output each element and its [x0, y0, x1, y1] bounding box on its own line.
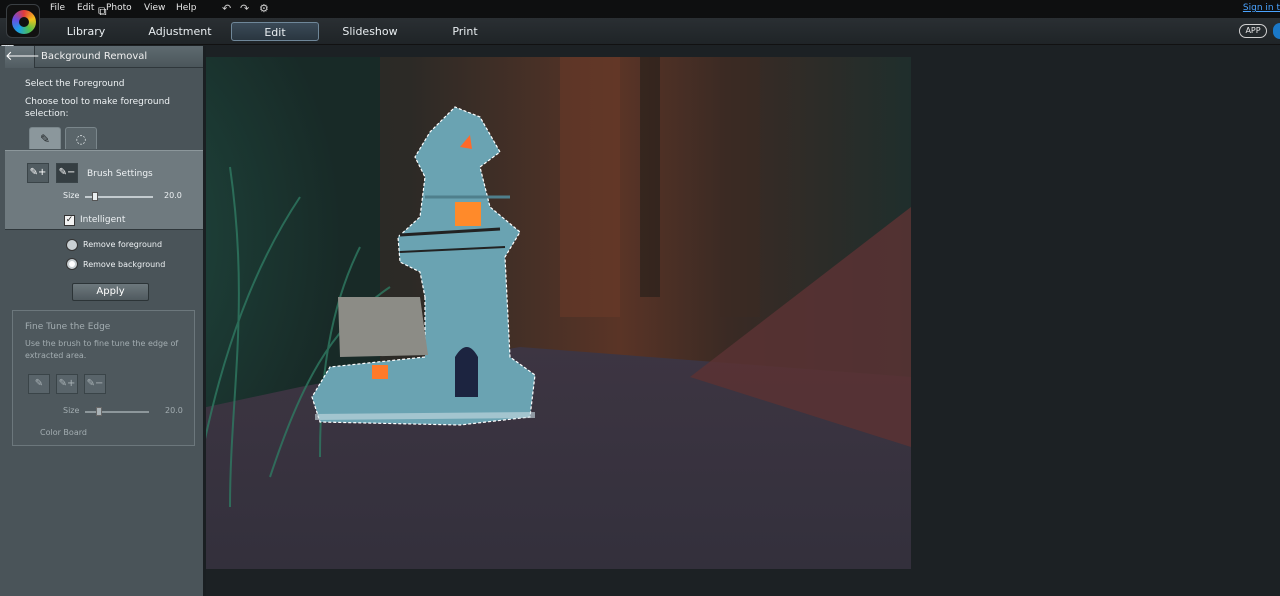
fine-size-label: Size: [63, 406, 80, 415]
fine-tune-desc-line1: Use the brush to fine tune the edge of: [25, 339, 179, 348]
size-value: 20.0: [164, 191, 182, 200]
menu-help[interactable]: Help: [176, 3, 197, 13]
mode-tab-bar: Library Adjustment Edit Slideshow Print: [0, 18, 1280, 45]
remove-background-radio[interactable]: [66, 258, 78, 270]
gear-icon[interactable]: ⚙: [259, 2, 269, 15]
menubar: File Edit Photo View Help ↶ ↷ ⚙ Sign in …: [0, 0, 1280, 18]
menu-view[interactable]: View: [144, 3, 165, 13]
tab-print[interactable]: Print: [445, 22, 485, 41]
size-slider-thumb[interactable]: [92, 192, 98, 201]
fine-tune-desc-line2: extracted area.: [25, 351, 87, 360]
choose-tool-text-line1: Choose tool to make foreground: [25, 97, 171, 107]
tab-edit[interactable]: Edit: [231, 22, 319, 41]
brush-settings-label: Brush Settings: [87, 169, 153, 179]
sign-in-link[interactable]: Sign in t: [1243, 3, 1280, 13]
add-brush-button[interactable]: ✎+: [27, 163, 49, 183]
panel-header: 🡐 Background Removal: [5, 46, 203, 68]
remove-foreground-radio[interactable]: [66, 239, 78, 251]
app-logo: [6, 4, 40, 38]
brush-plus-icon: ✎+: [29, 167, 47, 178]
brush-settings-box: ✎+ ✎− Brush Settings Size 20.0 ✓ Intelli…: [5, 150, 203, 230]
remove-background-label: Remove background: [83, 260, 166, 269]
background-removal-panel: 🡐 Background Removal Select the Foregrou…: [0, 46, 206, 596]
app-badge[interactable]: APP: [1239, 24, 1267, 38]
fine-tune-title: Fine Tune the Edge: [25, 322, 111, 332]
undo-icon[interactable]: ↶: [222, 2, 231, 15]
size-label: Size: [63, 191, 80, 200]
fine-tune-box: Fine Tune the Edge Use the brush to fine…: [12, 310, 195, 446]
fine-size-slider-track[interactable]: [85, 411, 149, 413]
tab-library[interactable]: Library: [56, 22, 116, 41]
apply-button[interactable]: Apply: [72, 283, 149, 301]
brush-icon: ✎: [39, 132, 51, 146]
account-button[interactable]: [1273, 23, 1280, 39]
brush-tool-tab[interactable]: ✎: [29, 127, 61, 149]
fine-add-button[interactable]: ✎+: [56, 374, 78, 394]
panel-title: Background Removal: [41, 51, 148, 62]
lasso-tool-tab[interactable]: ◌: [65, 127, 97, 149]
tab-slideshow[interactable]: Slideshow: [340, 22, 400, 41]
tab-adjustment[interactable]: Adjustment: [145, 22, 215, 41]
menu-file[interactable]: File: [50, 3, 65, 13]
redo-icon[interactable]: ↷: [240, 2, 249, 15]
fine-brush-button[interactable]: ✎: [28, 374, 50, 394]
brush-plus-icon: ✎+: [58, 378, 76, 389]
fine-size-value: 20.0: [165, 406, 183, 415]
fine-erase-button[interactable]: ✎−: [84, 374, 106, 394]
select-foreground-heading: Select the Foreground: [25, 79, 125, 89]
remove-foreground-label: Remove foreground: [83, 240, 163, 249]
brush-minus-icon: ✎−: [58, 167, 76, 178]
arrow-left-icon: 🡐: [5, 49, 40, 64]
brush-icon: ✎: [34, 378, 44, 389]
lasso-icon: ◌: [75, 132, 87, 146]
subtract-brush-button[interactable]: ✎−: [56, 163, 78, 183]
fine-size-slider-thumb[interactable]: [96, 407, 102, 416]
back-button[interactable]: 🡐: [5, 46, 40, 68]
window-mode-icon[interactable]: ⧉: [98, 4, 107, 19]
brush-minus-icon: ✎−: [86, 378, 104, 389]
menu-photo[interactable]: Photo: [106, 3, 132, 13]
color-board-label: Color Board: [40, 428, 87, 437]
intelligent-checkbox[interactable]: ✓: [64, 215, 75, 226]
intelligent-label: Intelligent: [80, 215, 126, 225]
choose-tool-text-line2: selection:: [25, 109, 69, 119]
menu-edit[interactable]: Edit: [77, 3, 94, 13]
